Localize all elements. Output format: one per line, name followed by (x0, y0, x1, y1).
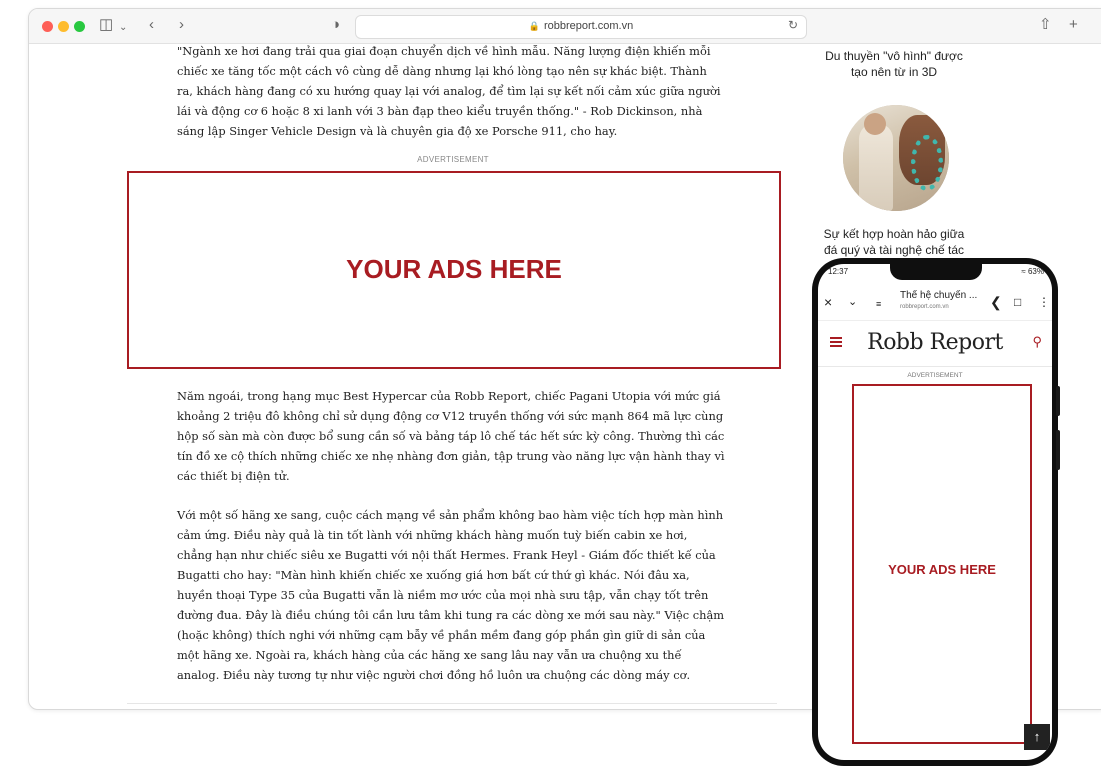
phone-site-header: Robb Report ⚲ (818, 320, 1052, 367)
browser-toolbar: ◫ ⌄ ‹ › ◑ 🔒 robbreport.com.vn ↻ ⇧ + (29, 9, 1101, 44)
minimize-window-button[interactable] (58, 21, 69, 32)
more-options-icon[interactable]: ⋮ (1038, 294, 1050, 310)
phone-screen: 12:37 ≈ 63% × ⌄ ≡ Thế hệ chuyển ... robb… (818, 264, 1052, 760)
article-paragraph-1: "Ngành xe hơi đang trải qua giai đoạn ch… (177, 44, 721, 138)
lock-icon: 🔒 (528, 21, 540, 31)
url-text: robbreport.com.vn (543, 20, 634, 32)
phone-browser-bar: × ⌄ ≡ Thế hệ chuyển ... robbreport.com.v… (818, 284, 1052, 321)
article-paragraph-3: Với một số hãng xe sang, cuộc cách mạng … (177, 508, 725, 682)
phone-mockup: 12:37 ≈ 63% × ⌄ ≡ Thế hệ chuyển ... robb… (812, 258, 1060, 766)
sidebar-story-title-2[interactable]: Sự kết hợp hoàn hảo giữa đá quý và tài n… (810, 226, 978, 258)
phone-tab-url: robbreport.com.vn (900, 304, 949, 310)
back-icon[interactable]: ‹ (149, 16, 154, 34)
article-paragraph-2: Năm ngoái, trong hạng mục Best Hypercar … (177, 389, 725, 483)
zoom-window-button[interactable] (74, 21, 85, 32)
scroll-to-top-button[interactable]: ↑ (1024, 724, 1050, 750)
sidebar-icon[interactable]: ◫ (99, 16, 113, 34)
forward-icon[interactable]: › (179, 16, 184, 34)
ad-label: ADVERTISEMENT (417, 155, 489, 164)
phone-side-button (1056, 430, 1060, 470)
sidebar-story-title-1-line1: Du thuyền "vô hình" được (825, 49, 963, 63)
site-logo[interactable]: Robb Report (818, 330, 1052, 355)
sidebar-story-title-1-line2: tạo nên từ in 3D (850, 65, 938, 79)
shield-icon[interactable]: ◑ (331, 16, 340, 34)
phone-ad-banner[interactable]: YOUR ADS HERE (852, 384, 1032, 744)
sidebar-story-title-2-line2: đá quý và tài nghệ chế tác (823, 243, 965, 257)
phone-tab-title[interactable]: Thế hệ chuyển ... (900, 290, 992, 301)
phone-notch (890, 264, 982, 280)
sidebar-story-title-2-line1: Sự kết hợp hoàn hảo giữa (823, 227, 965, 241)
phone-ad-label: ADVERTISEMENT (907, 372, 963, 379)
share-icon[interactable]: ❮ (990, 294, 1002, 310)
reload-icon[interactable]: ↻ (788, 18, 798, 32)
site-settings-icon[interactable]: ≡ (876, 296, 881, 312)
close-icon[interactable]: × (824, 294, 832, 310)
share-icon[interactable]: ⇧ (1039, 16, 1052, 34)
phone-side-button (1056, 386, 1060, 416)
sidebar-story-image[interactable] (843, 105, 949, 211)
phone-battery: ≈ 63% (1021, 267, 1044, 276)
close-window-button[interactable] (42, 21, 53, 32)
phone-time: 12:37 (828, 267, 849, 276)
sidebar-story-title-1[interactable]: Du thuyền "vô hình" được tạo nên từ in 3… (810, 48, 978, 80)
ad-banner[interactable]: YOUR ADS HERE (127, 171, 781, 369)
chevron-down-icon[interactable]: ⌄ (119, 19, 127, 37)
address-bar[interactable]: 🔒 robbreport.com.vn ↻ (355, 15, 807, 39)
search-icon[interactable]: ⚲ (1032, 334, 1042, 350)
phone-ad-banner-text: YOUR ADS HERE (888, 562, 996, 577)
chevron-down-icon[interactable]: ⌄ (848, 294, 857, 310)
new-tab-icon[interactable]: + (1069, 16, 1078, 34)
ad-banner-text: YOUR ADS HERE (346, 254, 562, 284)
bookmark-icon[interactable]: □ (1014, 294, 1021, 310)
article-divider (127, 703, 777, 704)
